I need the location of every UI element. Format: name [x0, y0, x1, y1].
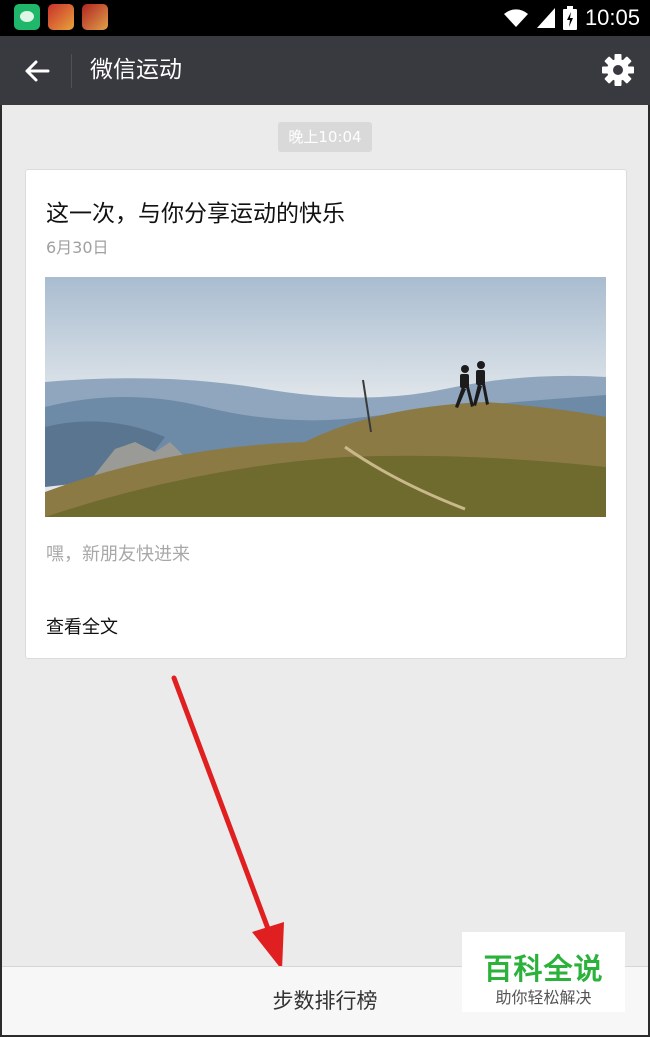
signal-icon — [536, 8, 555, 28]
game-app-icon — [48, 4, 74, 30]
wifi-icon — [503, 9, 528, 27]
article-cover-image — [45, 277, 606, 517]
article-description: 嘿，新朋友快进来 — [46, 544, 190, 565]
arrow-left-icon — [25, 60, 50, 82]
chat-content[interactable]: 晚上10:04 这一次，与你分享运动的快乐 6月30日 嘿，新朋友快进来 查看全… — [2, 105, 648, 970]
article-title: 这一次，与你分享运动的快乐 — [46, 201, 345, 227]
watermark-main-text: 百科全说 — [483, 952, 604, 986]
battery-icon — [562, 6, 577, 30]
gear-icon — [602, 54, 634, 86]
nav-divider — [71, 54, 72, 88]
navbar: 微信运动 — [0, 36, 650, 105]
watermark-logo: 百科全说 助你轻松解决 — [462, 932, 625, 1012]
status-bar: 10:05 — [0, 0, 650, 36]
settings-button[interactable] — [598, 50, 638, 90]
watermark-sub-text: 助你轻松解决 — [495, 988, 592, 1007]
wechat-app-icon — [14, 4, 40, 30]
page-title: 微信运动 — [90, 57, 182, 83]
article-card[interactable]: 这一次，与你分享运动的快乐 6月30日 嘿，新朋友快进来 查看全文 — [25, 169, 627, 659]
read-full-text-link[interactable]: 查看全文 — [46, 613, 118, 639]
status-right: 10:05 — [503, 0, 640, 36]
game-app-icon — [82, 4, 108, 30]
status-time: 10:05 — [584, 5, 640, 30]
back-button[interactable] — [14, 48, 60, 94]
message-timestamp: 晚上10:04 — [278, 122, 372, 152]
article-date: 6月30日 — [46, 238, 109, 257]
annotation-arrow-icon — [171, 675, 284, 970]
